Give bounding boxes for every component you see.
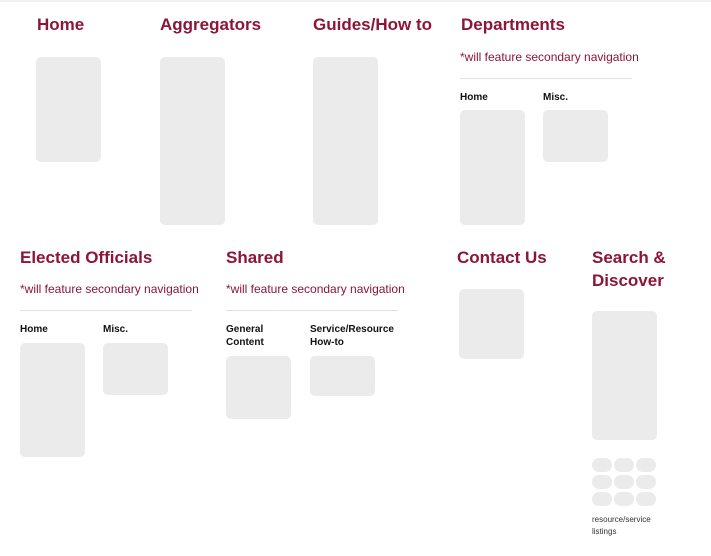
departments-title: Departments bbox=[461, 15, 565, 34]
listing-pill bbox=[592, 458, 612, 472]
elected-officials-misc-placeholder bbox=[103, 343, 168, 395]
top-edge bbox=[0, 0, 711, 2]
search-discover-title: Search & Discover bbox=[592, 248, 666, 290]
departments-misc-placeholder bbox=[543, 110, 608, 162]
shared-sub-general-content-label: General Content bbox=[226, 324, 264, 348]
listing-pill bbox=[614, 492, 634, 506]
shared-sub-service-resource-label: Service/Resource How-to bbox=[310, 324, 394, 348]
departments-divider bbox=[460, 78, 632, 79]
shared-service-resource-placeholder bbox=[310, 356, 375, 396]
departments-sub-misc-label: Misc. bbox=[543, 92, 569, 103]
home-page-placeholder bbox=[36, 57, 101, 162]
resource-listings-grid bbox=[592, 458, 656, 506]
departments-note: *will feature secondary navigation bbox=[460, 50, 639, 64]
shared-note: *will feature secondary navigation bbox=[226, 282, 405, 296]
shared-general-content-placeholder bbox=[226, 356, 291, 419]
listing-pill bbox=[636, 492, 656, 506]
search-discover-page-placeholder bbox=[592, 311, 657, 440]
elected-officials-note: *will feature secondary navigation bbox=[20, 282, 199, 296]
listing-pill bbox=[636, 458, 656, 472]
shared-divider bbox=[226, 310, 398, 311]
listing-pill bbox=[636, 475, 656, 489]
contact-us-page-placeholder bbox=[459, 289, 524, 359]
listing-pill bbox=[592, 475, 612, 489]
guides-title: Guides/How to bbox=[313, 15, 432, 34]
contact-us-title: Contact Us bbox=[457, 248, 547, 267]
departments-sub-home-label: Home bbox=[460, 92, 488, 103]
elected-officials-divider bbox=[20, 310, 192, 311]
shared-title: Shared bbox=[226, 248, 284, 267]
listing-pill bbox=[614, 458, 634, 472]
elected-officials-title: Elected Officials bbox=[20, 248, 153, 267]
elected-officials-sub-misc-label: Misc. bbox=[103, 324, 129, 335]
elected-officials-home-placeholder bbox=[20, 343, 85, 457]
departments-home-placeholder bbox=[460, 110, 525, 225]
elected-officials-sub-home-label: Home bbox=[20, 324, 48, 335]
guides-page-placeholder bbox=[313, 57, 378, 225]
aggregators-title: Aggregators bbox=[160, 15, 262, 34]
listing-pill bbox=[592, 492, 612, 506]
aggregators-page-placeholder bbox=[160, 57, 225, 225]
home-title: Home bbox=[37, 15, 85, 34]
resource-listings-caption: resource/service listings bbox=[592, 515, 651, 536]
listing-pill bbox=[614, 475, 634, 489]
